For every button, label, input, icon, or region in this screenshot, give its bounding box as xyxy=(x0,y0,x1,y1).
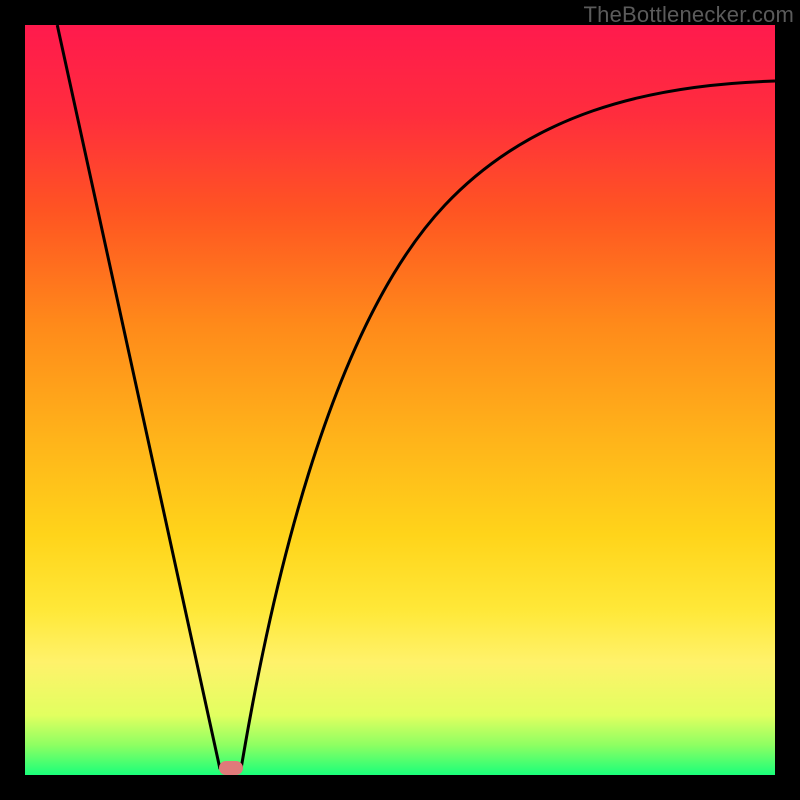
curve-left-branch xyxy=(57,25,220,769)
curve-right-branch xyxy=(241,81,775,769)
watermark-text: TheBottlenecker.com xyxy=(584,2,794,28)
chart-container: TheBottlenecker.com xyxy=(0,0,800,800)
optimal-marker xyxy=(219,761,243,775)
plot-area xyxy=(25,25,775,775)
bottleneck-curve xyxy=(25,25,775,775)
